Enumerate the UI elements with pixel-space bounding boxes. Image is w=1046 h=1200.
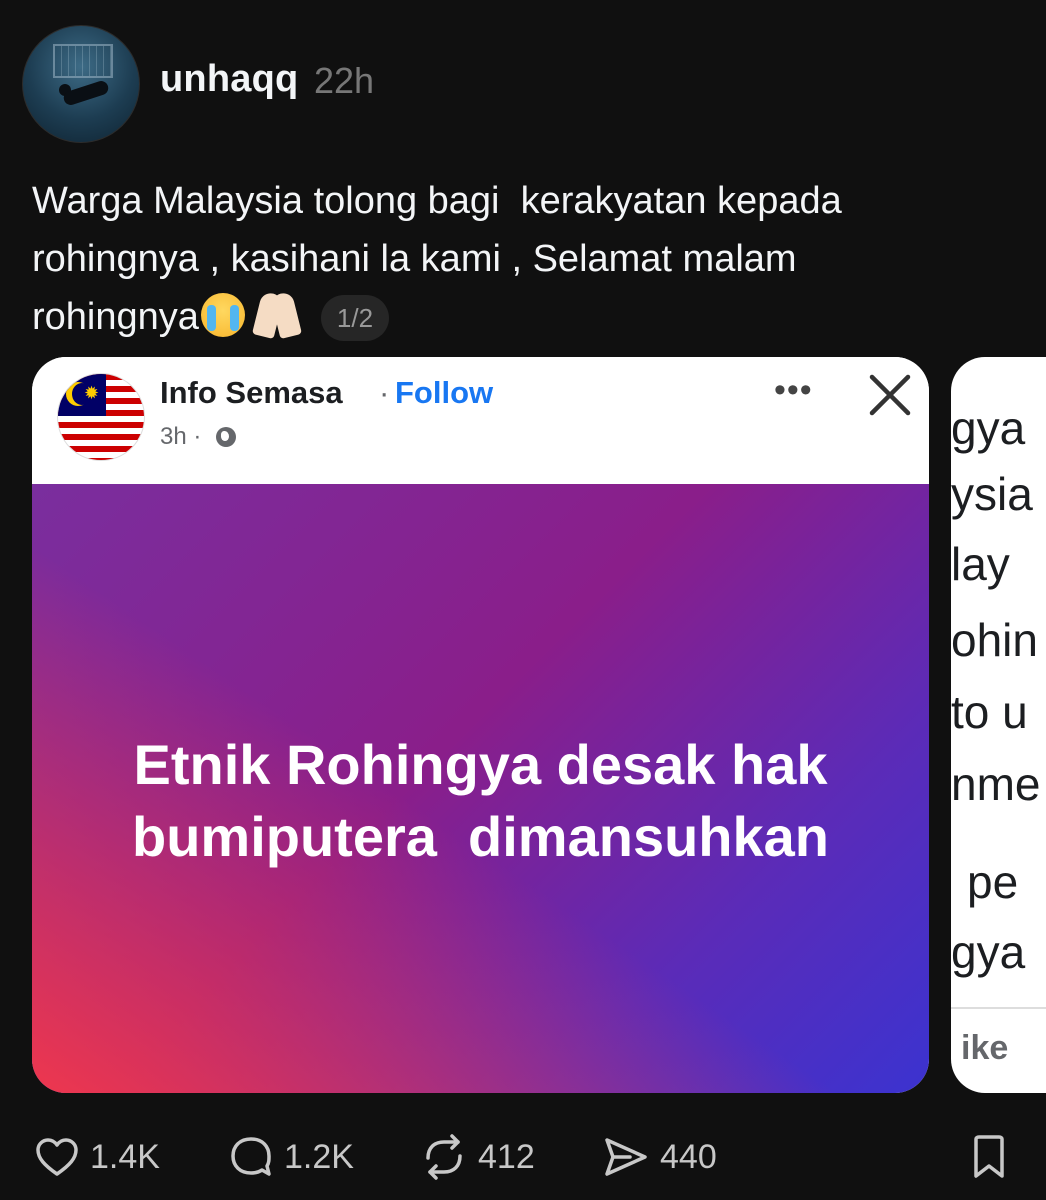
reply-button[interactable]: 1.2K [228, 1134, 354, 1180]
embedded-page-name: Info Semasa [160, 375, 343, 410]
embedded-separator: · [379, 375, 390, 410]
like-count: 1.4K [90, 1137, 160, 1176]
next-card-text-fragment: pe [967, 856, 1019, 908]
headline-line: bumiputera dimansuhkan [132, 805, 829, 868]
avatar-figure-body [61, 79, 111, 107]
username[interactable]: unhaqq [160, 58, 298, 101]
carousel-image-2[interactable]: gya ysia lay ohin to u nme pe gya ike [951, 357, 1046, 1093]
malaysia-flag-icon: ✹ [57, 373, 145, 461]
bookmark-icon [974, 1135, 1004, 1178]
save-button[interactable] [970, 1134, 1008, 1180]
embedded-post-header: ✹ Info Semasa · Follow 3h · ••• [32, 357, 929, 484]
send-icon [605, 1138, 647, 1176]
carousel-image-1[interactable]: ✹ Info Semasa · Follow 3h · ••• Etnik Ro… [32, 357, 929, 1093]
next-card-text-fragment: ysia [951, 468, 1033, 520]
embedded-follow-link: Follow [395, 375, 494, 410]
share-button[interactable]: 440 [602, 1134, 717, 1180]
next-card-text-fragment: lay [951, 538, 1010, 590]
avatar[interactable] [22, 25, 140, 143]
post-text-line: rohingnya [32, 296, 199, 338]
globe-icon [216, 427, 236, 447]
more-options-icon: ••• [774, 371, 813, 409]
next-card-text-fragment: gya [951, 926, 1026, 978]
avatar-window-shape [53, 44, 113, 78]
share-count: 440 [660, 1137, 717, 1176]
repost-icon [426, 1134, 462, 1180]
next-card-divider [951, 1007, 1046, 1009]
repost-button[interactable]: 412 [420, 1134, 535, 1180]
headline: Etnik Rohingya desak hak bumiputera dima… [32, 729, 929, 873]
post-timestamp: 22h [314, 60, 375, 101]
repost-count: 412 [478, 1137, 535, 1176]
post-text-line: rohingnya , kasihani la kami , Selamat m… [32, 238, 797, 280]
heart-icon [36, 1138, 78, 1176]
folded-hands-emoji-icon [251, 290, 303, 340]
post-text-line-last: rohingnya 1/2 [32, 288, 972, 346]
next-card-text-fragment: to u [951, 686, 1028, 738]
like-button[interactable]: 1.4K [34, 1134, 160, 1180]
headline-banner: Etnik Rohingya desak hak bumiputera dima… [32, 484, 929, 1093]
embedded-time: 3h · [160, 423, 202, 450]
post-text: Warga Malaysia tolong bagi kerakyatan ke… [32, 172, 972, 346]
next-card-text-fragment: nme [951, 758, 1041, 810]
headline-line: Etnik Rohingya desak hak [133, 733, 828, 796]
post-text-line: Warga Malaysia tolong bagi kerakyatan ke… [32, 180, 842, 222]
next-card-text-fragment: gya [951, 402, 1026, 454]
next-card-like-fragment: ike [961, 1029, 1009, 1067]
crying-face-emoji-icon [200, 293, 245, 337]
page-indicator-badge: 1/2 [320, 295, 390, 341]
close-icon [869, 374, 911, 416]
reply-count: 1.2K [284, 1137, 354, 1176]
comment-icon [231, 1137, 271, 1176]
next-card-text-fragment: ohin [951, 614, 1038, 666]
